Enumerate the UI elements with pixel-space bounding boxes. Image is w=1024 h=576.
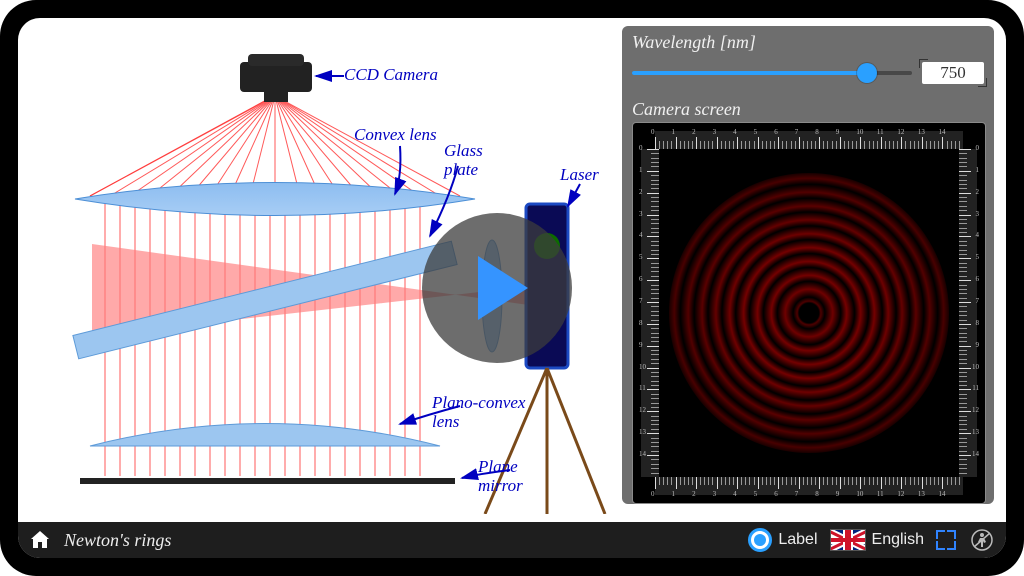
bottom-bar: Newton's rings Label English (18, 522, 1006, 558)
ruler-left: 01234567891011121314 (641, 149, 659, 477)
label-plano-convex-lens: Plano-convex lens (432, 394, 552, 431)
language-selector[interactable]: English (830, 529, 924, 551)
disable-tour-icon[interactable] (968, 529, 996, 551)
plano-convex-lens (90, 424, 440, 447)
slider-thumb[interactable] (857, 63, 877, 83)
label-toggle[interactable]: Label (748, 528, 817, 552)
page-title: Newton's rings (64, 530, 171, 551)
controls-panel: Wavelength [nm] 750 Camera screen 012345… (622, 26, 994, 504)
home-icon[interactable] (28, 528, 52, 552)
language-name: English (872, 531, 924, 549)
ccd-camera (240, 54, 312, 102)
radio-on-icon (748, 528, 772, 552)
label-glass-plate: Glass plate (444, 142, 504, 179)
label-laser: Laser (560, 166, 599, 185)
label-toggle-text: Label (778, 531, 817, 549)
label-plane-mirror: Plane mirror (478, 458, 558, 495)
wavelength-label: Wavelength [nm] (632, 32, 984, 53)
wavelength-slider[interactable] (632, 71, 912, 75)
ruler-bottom: 01234567891011121314 (655, 477, 963, 495)
play-icon (478, 256, 528, 320)
flag-uk-icon (830, 529, 866, 551)
label-ccd-camera: CCD Camera (344, 66, 438, 85)
camera-screen-label: Camera screen (632, 99, 984, 120)
tablet-frame: placeholder (0, 0, 1024, 576)
fullscreen-icon[interactable] (936, 530, 956, 550)
camera-screen: 01234567891011121314 0123456789101112131… (632, 122, 986, 504)
app-screen: placeholder (18, 18, 1006, 558)
plane-mirror (80, 478, 455, 484)
ruler-top: 01234567891011121314 (655, 131, 963, 149)
play-button[interactable] (422, 213, 572, 363)
ruler-right: 01234567891011121314 (959, 149, 977, 477)
newton-rings-pattern (669, 173, 949, 453)
label-convex-lens: Convex lens (354, 126, 437, 145)
wavelength-value[interactable]: 750 (922, 62, 984, 84)
